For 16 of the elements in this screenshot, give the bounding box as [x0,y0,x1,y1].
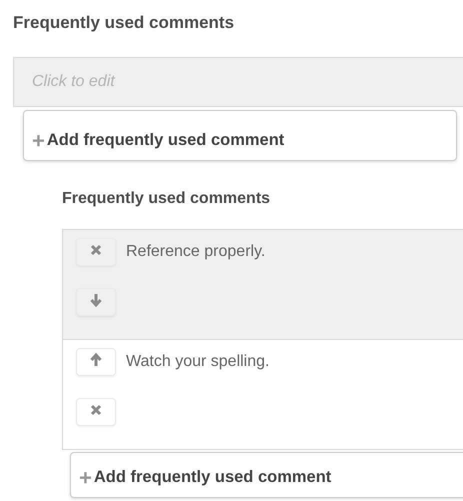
delete-button[interactable] [76,398,116,426]
move-up-button[interactable] [76,348,116,376]
plus-icon: + [79,469,92,487]
delete-icon [89,242,103,256]
down-arrow-icon [89,292,103,306]
comment-text: Watch your spelling. [126,353,270,370]
plus-icon: + [32,132,45,150]
comment-text: Reference properly. [126,243,266,260]
delete-icon [89,402,103,416]
add-comment-button[interactable]: +Add frequently used comment [23,110,457,161]
move-down-button[interactable] [76,288,116,316]
up-arrow-icon [89,352,103,366]
delete-button[interactable] [76,238,116,266]
list-heading: Frequently used comments [62,189,272,209]
add-comment-button[interactable]: +Add frequently used comment [70,452,463,498]
section-heading: Frequently used comments [13,12,236,34]
